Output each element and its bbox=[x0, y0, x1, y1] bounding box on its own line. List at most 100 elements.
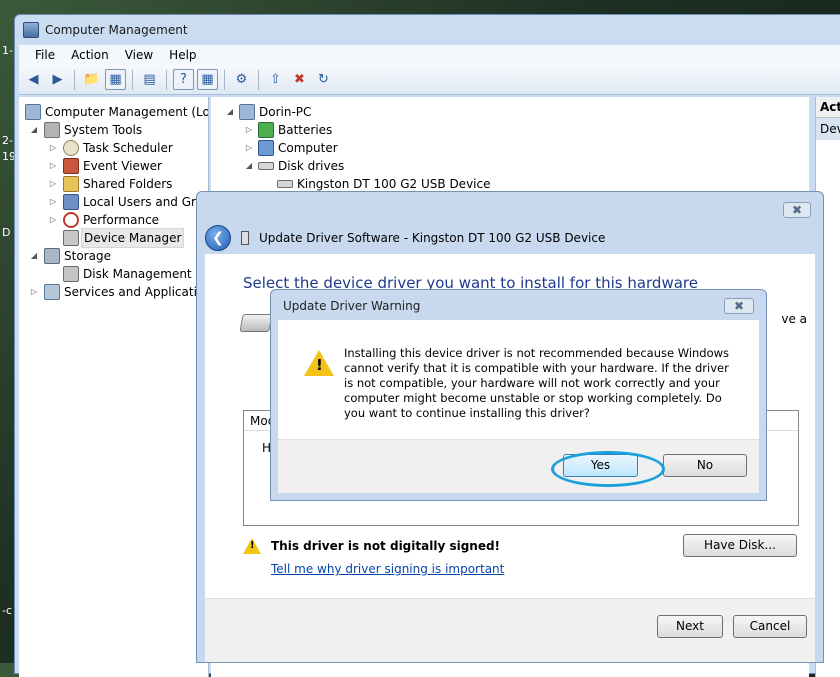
device-category-batteries[interactable]: ▷ Batteries bbox=[211, 121, 809, 139]
expanded-arrow-icon[interactable]: ◢ bbox=[225, 103, 235, 121]
yes-button[interactable]: Yes bbox=[563, 454, 638, 477]
battery-icon bbox=[258, 122, 274, 138]
actions-item-device-manager[interactable]: Dev bbox=[816, 118, 840, 140]
tree-item-local-users[interactable]: ▷ Local Users and Grou bbox=[19, 193, 208, 211]
show-action-pane-icon[interactable]: ▦ bbox=[197, 69, 218, 90]
back-arrow-icon[interactable]: ◀ bbox=[23, 69, 44, 90]
window-titlebar[interactable]: Computer Management bbox=[15, 15, 840, 45]
disk-drive-icon bbox=[239, 314, 273, 332]
uninstall-device-icon[interactable]: ✖ bbox=[289, 69, 310, 90]
tree-item-label: Performance bbox=[83, 213, 160, 227]
expanded-arrow-icon[interactable]: ◢ bbox=[244, 157, 254, 175]
console-tree: Computer Management (Local ◢ System Tool… bbox=[19, 97, 209, 677]
warning-dialog-body: Installing this device driver is not rec… bbox=[278, 320, 759, 493]
menu-action[interactable]: Action bbox=[63, 48, 117, 62]
no-button[interactable]: No bbox=[663, 454, 747, 477]
warning-icon bbox=[304, 350, 334, 376]
tree-item-label: Task Scheduler bbox=[83, 141, 173, 155]
tree-item-label: Computer Management (Local bbox=[45, 105, 209, 119]
dialog-header: ❮ Update Driver Software - Kingston DT 1… bbox=[205, 224, 605, 252]
computer-icon bbox=[258, 140, 274, 156]
tree-item-label: Shared Folders bbox=[83, 177, 173, 191]
warning-message: Installing this device driver is not rec… bbox=[344, 346, 730, 420]
collapsed-arrow-icon[interactable]: ▷ bbox=[48, 211, 58, 229]
help-icon[interactable]: ? bbox=[173, 69, 194, 90]
desktop-text: 1- bbox=[2, 44, 13, 57]
device-tree-label: Dorin-PC bbox=[259, 105, 312, 119]
users-icon bbox=[63, 194, 79, 210]
collapsed-arrow-icon[interactable]: ▷ bbox=[48, 139, 58, 157]
cancel-button[interactable]: Cancel bbox=[733, 615, 807, 638]
storage-icon bbox=[44, 248, 60, 264]
actions-header: Act bbox=[816, 97, 840, 118]
tree-item-label: System Tools bbox=[64, 123, 143, 137]
tree-item-computer-management[interactable]: Computer Management (Local bbox=[19, 103, 208, 121]
warning-icon bbox=[243, 538, 261, 554]
forward-arrow-icon[interactable]: ▶ bbox=[47, 69, 68, 90]
tree-item-system-tools[interactable]: ◢ System Tools bbox=[19, 121, 208, 139]
menu-help[interactable]: Help bbox=[161, 48, 204, 62]
tree-item-storage[interactable]: ◢ Storage bbox=[19, 247, 208, 265]
expanded-arrow-icon[interactable]: ◢ bbox=[29, 247, 39, 265]
disk-drive-icon bbox=[258, 162, 274, 170]
collapsed-arrow-icon[interactable]: ▷ bbox=[48, 157, 58, 175]
driver-signing-link[interactable]: Tell me why driver signing is important bbox=[271, 562, 504, 576]
performance-icon bbox=[63, 212, 79, 228]
clock-icon bbox=[63, 140, 79, 156]
device-category-computer[interactable]: ▷ Computer bbox=[211, 139, 809, 157]
collapsed-arrow-icon[interactable]: ▷ bbox=[244, 121, 254, 139]
back-button[interactable]: ❮ bbox=[205, 225, 231, 251]
tree-item-performance[interactable]: ▷ Performance bbox=[19, 211, 208, 229]
signing-warning: This driver is not digitally signed! bbox=[243, 538, 500, 554]
shared-folder-icon bbox=[63, 176, 79, 192]
dialog-footer: Next Cancel bbox=[205, 598, 815, 662]
tree-item-event-viewer[interactable]: ▷ Event Viewer bbox=[19, 157, 208, 175]
tree-item-label: Disk Management bbox=[83, 267, 192, 281]
menu-file[interactable]: File bbox=[27, 48, 63, 62]
event-viewer-icon bbox=[63, 158, 79, 174]
update-driver-icon[interactable]: ⇧ bbox=[265, 69, 286, 90]
scan-hardware-icon[interactable]: ⚙ bbox=[231, 69, 252, 90]
instruction-text: ve a bbox=[781, 312, 807, 326]
up-folder-icon[interactable]: 📁 bbox=[81, 69, 102, 90]
warning-dialog-footer: Yes No bbox=[278, 439, 759, 493]
toolbar: ◀ ▶ 📁 ▦ ▤ ? ▦ ⚙ ⇧ ✖ ↻ bbox=[19, 65, 840, 95]
window-title: Computer Management bbox=[45, 23, 188, 37]
device-manager-icon bbox=[63, 230, 79, 246]
tree-item-shared-folders[interactable]: ▷ Shared Folders bbox=[19, 175, 208, 193]
dialog-title: Update Driver Software - Kingston DT 100… bbox=[259, 231, 606, 245]
desktop-text: D bbox=[2, 226, 11, 239]
collapsed-arrow-icon[interactable]: ▷ bbox=[244, 139, 254, 157]
next-button[interactable]: Next bbox=[657, 615, 723, 638]
collapsed-arrow-icon[interactable]: ▷ bbox=[48, 193, 58, 211]
tree-item-label: Device Manager bbox=[81, 228, 185, 248]
unsigned-driver-text: This driver is not digitally signed! bbox=[271, 539, 501, 553]
tree-item-services[interactable]: ▷ Services and Applications bbox=[19, 283, 208, 301]
export-list-icon[interactable]: ▤ bbox=[139, 69, 160, 90]
device-tree-root[interactable]: ◢ Dorin-PC bbox=[211, 103, 809, 121]
tree-item-device-manager[interactable]: Device Manager bbox=[19, 228, 208, 248]
menu-view[interactable]: View bbox=[117, 48, 161, 62]
computer-management-icon bbox=[23, 22, 39, 38]
warning-dialog-title: Update Driver Warning bbox=[283, 299, 421, 313]
close-icon[interactable]: ✖ bbox=[724, 298, 754, 314]
close-icon[interactable]: ✖ bbox=[783, 202, 811, 218]
have-disk-button[interactable]: Have Disk... bbox=[683, 534, 797, 557]
tree-item-label: Storage bbox=[64, 249, 111, 263]
device-tree-label: Computer bbox=[278, 141, 338, 155]
disable-device-icon[interactable]: ↻ bbox=[313, 69, 334, 90]
computer-management-icon bbox=[25, 104, 41, 120]
collapsed-arrow-icon[interactable]: ▷ bbox=[48, 175, 58, 193]
tools-icon bbox=[44, 122, 60, 138]
desktop-text: -c bbox=[2, 604, 13, 617]
toolbar-separator bbox=[224, 69, 225, 90]
expanded-arrow-icon[interactable]: ◢ bbox=[29, 121, 39, 139]
services-icon bbox=[44, 284, 60, 300]
update-driver-warning-dialog: Update Driver Warning ✖ Installing this … bbox=[270, 289, 767, 501]
disk-management-icon bbox=[63, 266, 79, 282]
console-tree-icon[interactable]: ▦ bbox=[105, 69, 126, 90]
tree-item-disk-management[interactable]: Disk Management bbox=[19, 265, 208, 283]
tree-item-task-scheduler[interactable]: ▷ Task Scheduler bbox=[19, 139, 208, 157]
collapsed-arrow-icon[interactable]: ▷ bbox=[29, 283, 39, 301]
device-category-disk-drives[interactable]: ◢ Disk drives bbox=[211, 157, 809, 175]
